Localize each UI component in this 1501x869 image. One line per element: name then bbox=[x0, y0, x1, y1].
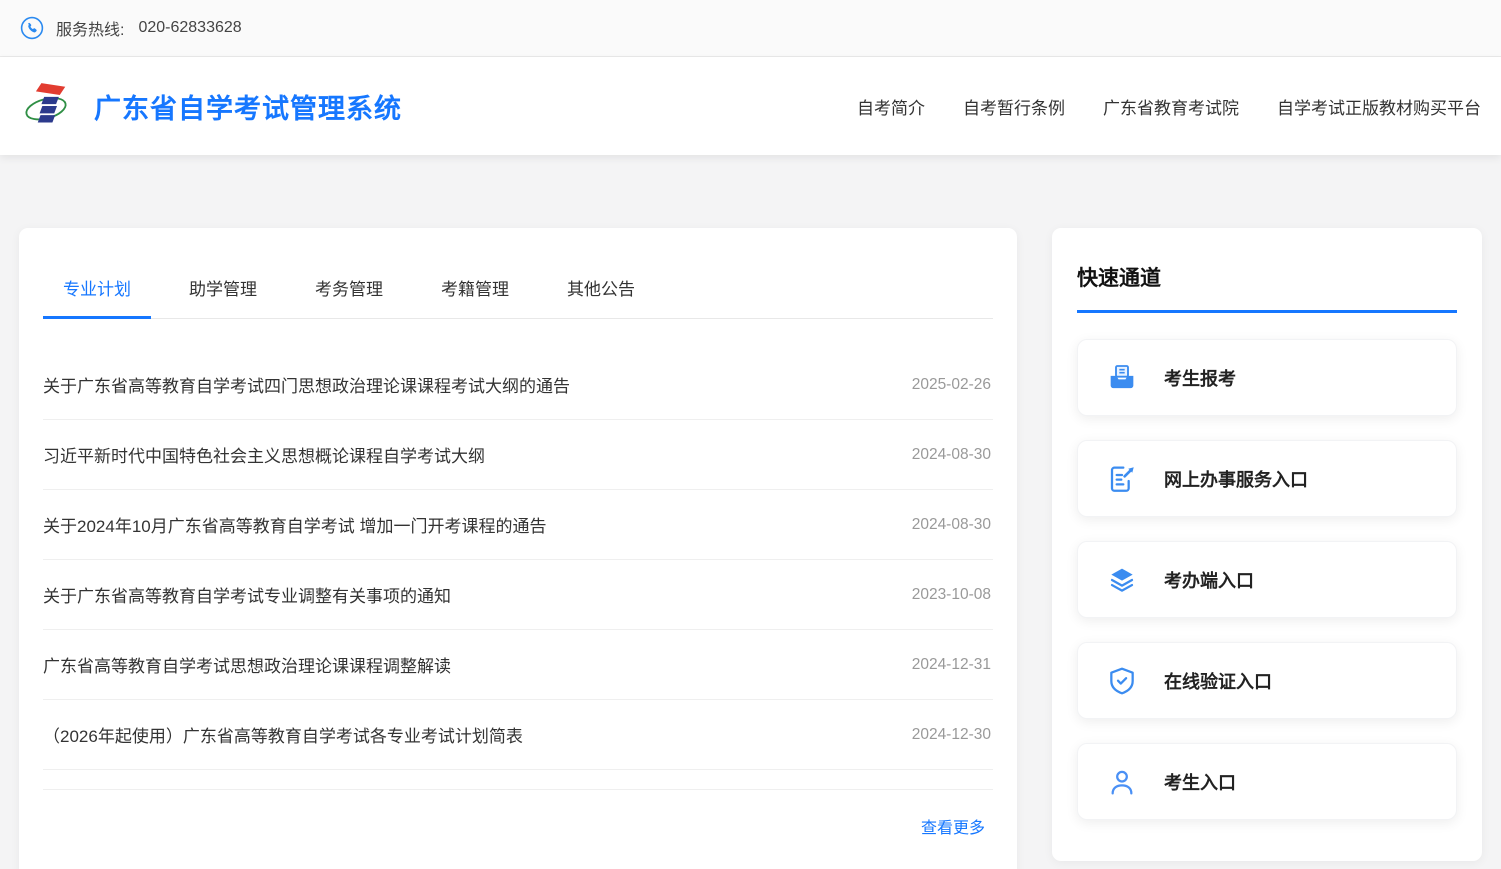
list-item[interactable]: 关于广东省高等教育自学考试四门思想政治理论课课程考试大纲的通告 2025-02-… bbox=[43, 350, 993, 420]
list-item[interactable]: 关于广东省高等教育自学考试专业调整有关事项的通知 2023-10-08 bbox=[43, 560, 993, 630]
topbar: 服务热线: 020-62833628 bbox=[0, 0, 1501, 57]
tab-exam-records[interactable]: 考籍管理 bbox=[421, 255, 529, 319]
announcements-panel: 专业计划 助学管理 考务管理 考籍管理 其他公告 关于广东省高等教育自学考试四门… bbox=[19, 228, 1017, 869]
tab-other-notices[interactable]: 其他公告 bbox=[547, 255, 655, 319]
shield-check-icon bbox=[1106, 665, 1138, 697]
announcement-date: 2024-08-30 bbox=[912, 516, 993, 534]
announcement-date: 2023-10-08 bbox=[912, 586, 993, 604]
quick-link-online-services[interactable]: 网上办事服务入口 bbox=[1077, 440, 1457, 517]
quick-link-label: 考生报考 bbox=[1164, 365, 1236, 391]
quick-access-divider bbox=[1077, 310, 1457, 313]
header-nav: 自考简介 自考暂行条例 广东省教育考试院 自学考试正版教材购买平台 bbox=[857, 94, 1489, 119]
site-header: 广东省自学考试管理系统 自考简介 自考暂行条例 广东省教育考试院 自学考试正版教… bbox=[0, 57, 1501, 155]
announcement-date: 2025-02-26 bbox=[912, 376, 993, 394]
form-edit-icon bbox=[1106, 463, 1138, 495]
hotline-label: 服务热线: bbox=[56, 16, 124, 40]
quick-link-online-verification[interactable]: 在线验证入口 bbox=[1077, 642, 1457, 719]
brand-home-link[interactable]: 广东省自学考试管理系统 bbox=[24, 78, 402, 134]
phone-icon bbox=[20, 16, 44, 40]
announcement-title: 习近平新时代中国特色社会主义思想概论课程自学考试大纲 bbox=[43, 442, 485, 467]
announcement-date: 2024-12-30 bbox=[912, 726, 993, 744]
nav-item-intro[interactable]: 自考简介 bbox=[857, 94, 925, 119]
more-row: 查看更多 bbox=[43, 790, 993, 869]
quick-link-label: 在线验证入口 bbox=[1164, 668, 1272, 694]
quick-link-candidate-portal[interactable]: 考生入口 bbox=[1077, 743, 1457, 820]
layers-icon bbox=[1106, 564, 1138, 596]
nav-item-exam-authority[interactable]: 广东省教育考试院 bbox=[1103, 94, 1239, 119]
list-item[interactable]: （2026年起使用）广东省高等教育自学考试各专业考试计划简表 2024-12-3… bbox=[43, 700, 993, 770]
view-more-link[interactable]: 查看更多 bbox=[921, 814, 985, 838]
hotline-number: 020-62833628 bbox=[138, 19, 241, 37]
list-item[interactable]: 习近平新时代中国特色社会主义思想概论课程自学考试大纲 2024-08-30 bbox=[43, 420, 993, 490]
announcement-title: 广东省高等教育自学考试思想政治理论课课程调整解读 bbox=[43, 652, 451, 677]
nav-item-textbook-platform[interactable]: 自学考试正版教材购买平台 bbox=[1277, 94, 1481, 119]
nav-item-regulations[interactable]: 自考暂行条例 bbox=[963, 94, 1065, 119]
announcement-list: 关于广东省高等教育自学考试四门思想政治理论课课程考试大纲的通告 2025-02-… bbox=[43, 350, 993, 790]
list-item[interactable]: 关于2024年10月广东省高等教育自学考试 增加一门开考课程的通告 2024-0… bbox=[43, 490, 993, 560]
quick-link-exam-office-portal[interactable]: 考办端入口 bbox=[1077, 541, 1457, 618]
main-content: 专业计划 助学管理 考务管理 考籍管理 其他公告 关于广东省高等教育自学考试四门… bbox=[0, 155, 1501, 869]
inbox-icon bbox=[1106, 362, 1138, 394]
quick-access-list: 考生报考 网上办事服务入口 bbox=[1077, 339, 1457, 820]
announcement-date: 2024-08-30 bbox=[912, 446, 993, 464]
quick-link-label: 考办端入口 bbox=[1164, 567, 1254, 593]
site-logo-icon bbox=[24, 78, 68, 134]
quick-access-panel: 快速通道 考生报考 bbox=[1052, 228, 1482, 861]
user-icon bbox=[1106, 766, 1138, 798]
quick-link-candidate-registration[interactable]: 考生报考 bbox=[1077, 339, 1457, 416]
announcement-title: （2026年起使用）广东省高等教育自学考试各专业考试计划简表 bbox=[43, 722, 523, 747]
list-item[interactable]: 广东省高等教育自学考试思想政治理论课课程调整解读 2024-12-31 bbox=[43, 630, 993, 700]
announcement-title: 关于2024年10月广东省高等教育自学考试 增加一门开考课程的通告 bbox=[43, 512, 546, 537]
announcement-date: 2024-12-31 bbox=[912, 656, 993, 674]
quick-link-label: 网上办事服务入口 bbox=[1164, 466, 1308, 492]
tab-study-support[interactable]: 助学管理 bbox=[169, 255, 277, 319]
page-title: 广东省自学考试管理系统 bbox=[94, 87, 402, 126]
tab-exam-affairs[interactable]: 考务管理 bbox=[295, 255, 403, 319]
tab-major-plans[interactable]: 专业计划 bbox=[43, 255, 151, 319]
quick-link-label: 考生入口 bbox=[1164, 769, 1236, 795]
list-spacer bbox=[43, 770, 993, 790]
announcement-title: 关于广东省高等教育自学考试专业调整有关事项的通知 bbox=[43, 582, 451, 607]
quick-access-title: 快速通道 bbox=[1077, 262, 1457, 292]
announcement-tabs: 专业计划 助学管理 考务管理 考籍管理 其他公告 bbox=[43, 228, 993, 319]
announcement-title: 关于广东省高等教育自学考试四门思想政治理论课课程考试大纲的通告 bbox=[43, 372, 570, 397]
